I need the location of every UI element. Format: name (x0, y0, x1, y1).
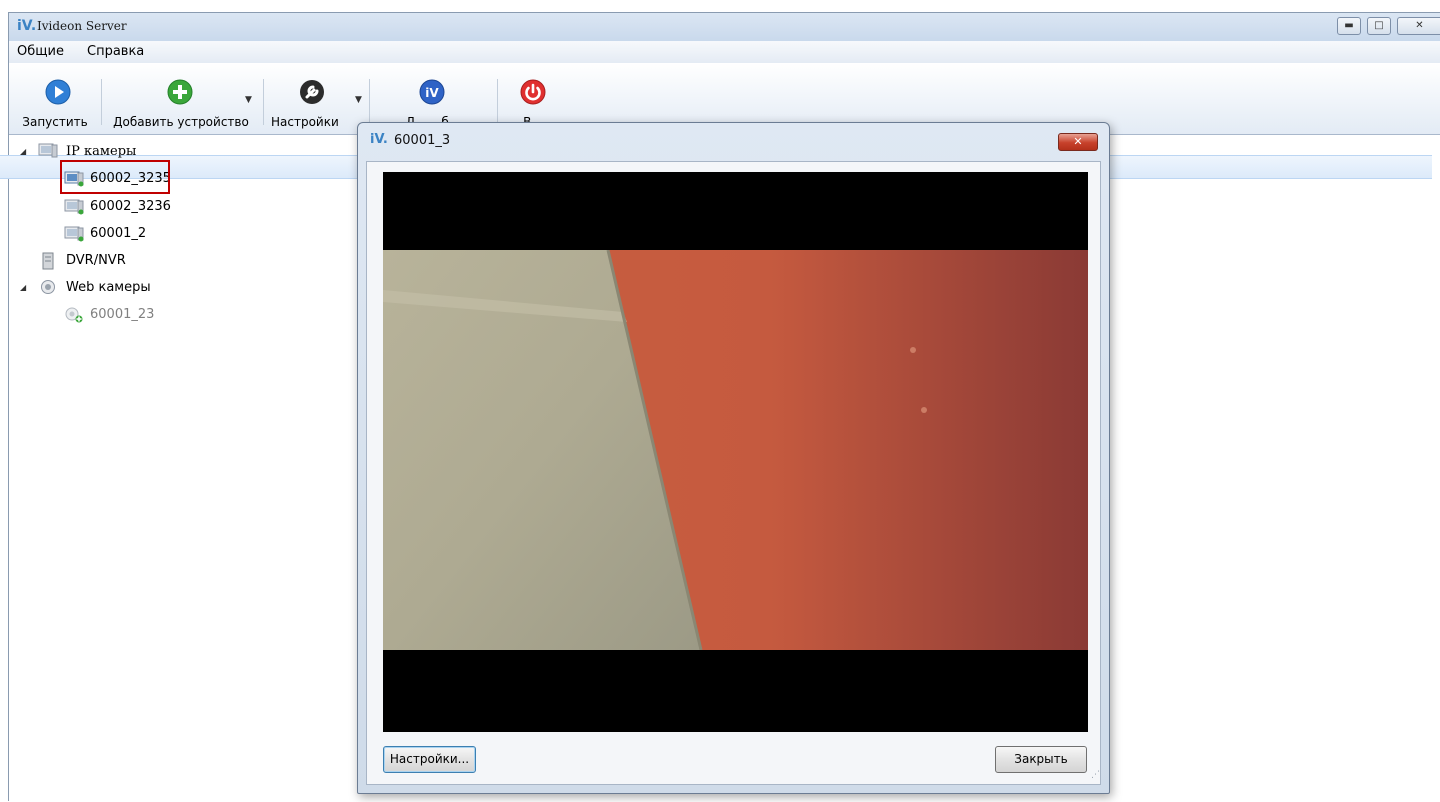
maximize-icon[interactable]: □ (1367, 17, 1391, 35)
menu-general[interactable]: Общие (17, 44, 64, 59)
start-button[interactable]: Запустить (15, 63, 95, 135)
expand-arrow-icon[interactable]: ◢ (20, 283, 26, 292)
toolbar-separator (369, 79, 370, 125)
close-icon[interactable]: ✕ (1397, 17, 1440, 35)
settings-button[interactable]: ▼ Настройки (267, 63, 363, 135)
settings-button-label: Настройки (271, 115, 339, 129)
ip-camera-group-icon (38, 143, 58, 158)
resize-grip-icon[interactable]: ⋰ (1091, 770, 1100, 780)
minimize-icon[interactable]: ▬ (1337, 17, 1361, 35)
menu-help[interactable]: Справка (87, 44, 144, 59)
window-title: Ivideon Server (37, 19, 127, 33)
chevron-down-icon[interactable]: ▼ (355, 95, 362, 105)
tree-item-label: 60001_2 (90, 226, 147, 241)
dialog-title: 60001_3 (394, 133, 451, 148)
menu-bar: Общие Справка (9, 41, 1440, 63)
tree-group-dvr-nvr[interactable]: DVR/NVR (18, 249, 318, 273)
tree-group-web-cameras[interactable]: ◢ Web камеры (18, 276, 318, 300)
ivideon-icon: iV (419, 79, 445, 105)
ip-camera-icon (64, 199, 84, 215)
dialog-client-area: Настройки... Закрыть ⋰ (366, 161, 1101, 785)
title-bar: iV. Ivideon Server ▬ □ ✕ (9, 13, 1440, 41)
toolbar-separator (101, 79, 102, 125)
app-logo-icon: iV. (17, 18, 37, 34)
dvr-icon (42, 252, 54, 270)
expand-arrow-icon[interactable]: ◢ (20, 147, 26, 156)
camera-frame-image (383, 250, 1088, 650)
toolbar-separator (497, 79, 498, 125)
wrench-icon (300, 80, 324, 104)
toolbar-separator (263, 79, 264, 125)
add-device-button[interactable]: ▼ Добавить устройство (105, 63, 257, 135)
tree-group-label: IP камеры (66, 144, 137, 159)
dialog-logo-icon: iV. (370, 132, 388, 147)
power-icon (520, 79, 546, 105)
svg-text:iV: iV (425, 86, 439, 100)
camera-preview-dialog: iV. 60001_3 ✕ Настройки... Закрыть ⋰ (357, 122, 1110, 794)
chevron-down-icon[interactable]: ▼ (245, 95, 252, 105)
dialog-close-icon[interactable]: ✕ (1058, 133, 1098, 151)
video-preview (383, 172, 1088, 732)
tree-group-label: DVR/NVR (66, 253, 126, 268)
start-button-label: Запустить (22, 115, 88, 129)
webcam-add-icon (65, 307, 83, 323)
selection-annotation-box (60, 160, 170, 194)
play-icon (45, 79, 71, 105)
tree-group-label: Web камеры (66, 280, 151, 295)
add-icon (167, 79, 193, 105)
tree-item-label: 60002_3236 (90, 199, 171, 214)
tree-item-60001-23[interactable]: 60001_23 (62, 303, 362, 327)
dialog-settings-button[interactable]: Настройки... (383, 746, 476, 773)
tree-item-60001-2[interactable]: 60001_2 (62, 222, 362, 246)
webcam-icon (41, 280, 55, 294)
ip-camera-icon (64, 226, 84, 242)
tree-item-label: 60001_23 (90, 307, 155, 322)
tree-item-60002-3236[interactable]: 60002_3236 (62, 195, 362, 219)
dialog-close-button[interactable]: Закрыть (995, 746, 1087, 773)
add-device-button-label: Добавить устройство (113, 115, 249, 129)
